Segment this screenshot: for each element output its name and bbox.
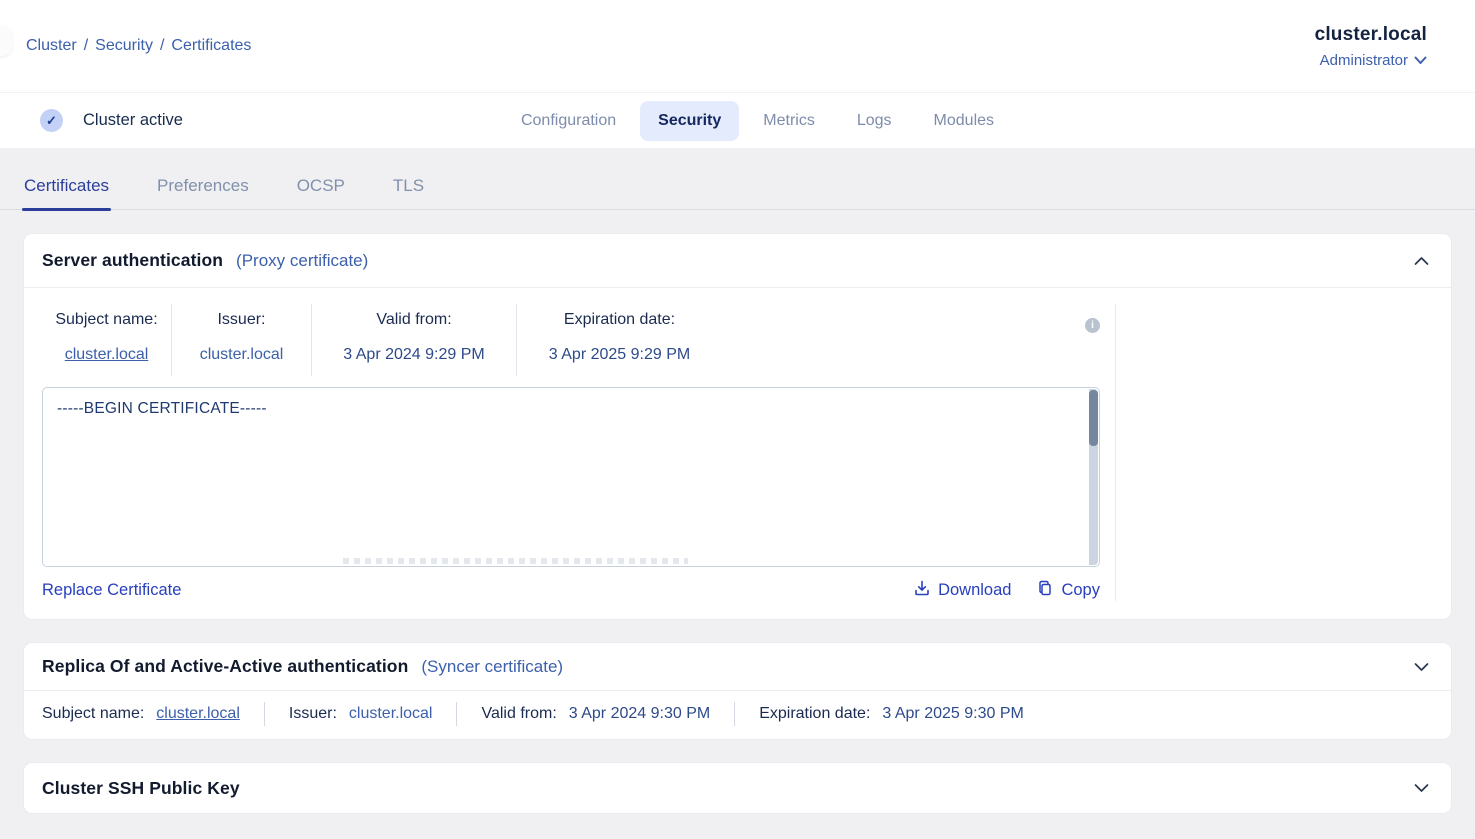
- subject-label: Subject name:: [42, 705, 144, 723]
- syncer-card-header[interactable]: Replica Of and Active-Active authenticat…: [24, 643, 1451, 691]
- server-card-body: Subject name: cluster.local Issuer: clus…: [24, 288, 1451, 619]
- tab-security[interactable]: Security: [640, 101, 739, 141]
- valid-from-value: 3 Apr 2024 9:29 PM: [312, 346, 516, 364]
- expiration-field: Expiration date: 3 Apr 2025 9:29 PM: [517, 304, 722, 376]
- expiration-label: Expiration date:: [517, 311, 722, 329]
- server-card-header[interactable]: Server authentication (Proxy certificate…: [24, 234, 1451, 288]
- ssh-card-header[interactable]: Cluster SSH Public Key: [24, 763, 1451, 813]
- issuer-label: Issuer:: [172, 311, 311, 329]
- breadcrumb-security[interactable]: Security: [95, 37, 153, 55]
- certificate-textarea[interactable]: -----BEGIN CERTIFICATE-----: [42, 387, 1100, 567]
- certificate-text: -----BEGIN CERTIFICATE-----: [43, 388, 1099, 418]
- download-button[interactable]: Download: [914, 580, 1011, 601]
- subtab-tls[interactable]: TLS: [393, 176, 424, 209]
- main-content: Server authentication (Proxy certificate…: [0, 210, 1475, 813]
- valid-from-label: Valid from:: [312, 311, 516, 329]
- subtab-certificates[interactable]: Certificates: [24, 176, 109, 209]
- subject-field: Subject name: cluster.local: [42, 304, 172, 376]
- certificate-redacted-line: [343, 558, 688, 564]
- cluster-ssh-public-key-card: Cluster SSH Public Key: [24, 763, 1451, 813]
- expiration-value: 3 Apr 2025 9:30 PM: [882, 705, 1023, 723]
- status-bar: ✓ Cluster active Configuration Security …: [0, 92, 1475, 148]
- certificate-content: Subject name: cluster.local Issuer: clus…: [42, 304, 1116, 601]
- info-icon[interactable]: i: [1085, 318, 1100, 333]
- issuer-field: Issuer: cluster.local: [172, 304, 312, 376]
- copy-label: Copy: [1061, 581, 1100, 600]
- subtab-ocsp[interactable]: OCSP: [297, 176, 345, 209]
- top-bar: Cluster / Security / Certificates cluste…: [0, 0, 1475, 92]
- server-authentication-card: Server authentication (Proxy certificate…: [24, 234, 1451, 619]
- card-subtitle: (Syncer certificate): [421, 657, 563, 677]
- card-subtitle: (Proxy certificate): [236, 251, 368, 271]
- subject-value-link[interactable]: cluster.local: [65, 346, 149, 363]
- sidebar-toggle[interactable]: [0, 26, 12, 56]
- card-title: Replica Of and Active-Active authenticat…: [42, 656, 408, 677]
- issuer-value: cluster.local: [172, 346, 311, 364]
- user-menu[interactable]: Administrator: [1320, 52, 1427, 69]
- certificate-actions: Replace Certificate Download: [42, 580, 1100, 601]
- security-sub-tabs: Certificates Preferences OCSP TLS: [0, 148, 1475, 210]
- cluster-status: ✓ Cluster active: [0, 109, 503, 132]
- cluster-name: cluster.local: [1315, 24, 1427, 46]
- tab-modules[interactable]: Modules: [916, 101, 1012, 141]
- card-title: Cluster SSH Public Key: [42, 778, 240, 799]
- header-right: cluster.local Administrator: [1315, 24, 1427, 69]
- breadcrumb-certificates[interactable]: Certificates: [171, 37, 251, 55]
- breadcrumb-cluster[interactable]: Cluster: [26, 37, 77, 55]
- tab-logs[interactable]: Logs: [839, 101, 910, 141]
- subject-value-link[interactable]: cluster.local: [156, 705, 240, 723]
- syncer-meta: Subject name: cluster.local Issuer: clus…: [24, 691, 1451, 739]
- expiration-value: 3 Apr 2025 9:29 PM: [517, 346, 722, 364]
- subtab-preferences[interactable]: Preferences: [157, 176, 249, 209]
- replace-certificate-link[interactable]: Replace Certificate: [42, 581, 181, 600]
- syncer-authentication-card: Replica Of and Active-Active authenticat…: [24, 643, 1451, 739]
- issuer-label: Issuer:: [289, 705, 337, 723]
- card-title: Server authentication: [42, 250, 223, 271]
- divider: [734, 702, 735, 726]
- subject-label: Subject name:: [42, 311, 171, 329]
- valid-from-field: Valid from: 3 Apr 2024 9:29 PM: [312, 304, 517, 376]
- check-icon: ✓: [40, 109, 63, 132]
- chevron-down-icon: [1414, 52, 1427, 69]
- divider: [456, 702, 457, 726]
- valid-from-value: 3 Apr 2024 9:30 PM: [569, 705, 710, 723]
- actions-right: Download Copy: [914, 580, 1100, 601]
- chevron-down-icon[interactable]: [1414, 662, 1429, 672]
- scrollbar-thumb[interactable]: [1089, 390, 1098, 446]
- main-tabs: Configuration Security Metrics Logs Modu…: [503, 101, 1012, 141]
- tab-metrics[interactable]: Metrics: [745, 101, 833, 141]
- issuer-value: cluster.local: [349, 705, 433, 723]
- scrollbar-track[interactable]: [1089, 389, 1098, 565]
- download-label: Download: [938, 581, 1011, 600]
- breadcrumb-separator: /: [84, 37, 88, 55]
- copy-button[interactable]: Copy: [1037, 580, 1100, 601]
- chevron-down-icon[interactable]: [1414, 783, 1429, 793]
- certificate-meta: Subject name: cluster.local Issuer: clus…: [42, 304, 1115, 376]
- tab-configuration[interactable]: Configuration: [503, 101, 634, 141]
- expiration-label: Expiration date:: [759, 705, 870, 723]
- valid-from-label: Valid from:: [481, 705, 556, 723]
- chevron-up-icon[interactable]: [1414, 256, 1429, 266]
- breadcrumb-separator: /: [160, 37, 164, 55]
- cluster-status-label: Cluster active: [83, 111, 183, 130]
- divider: [264, 702, 265, 726]
- user-role-label: Administrator: [1320, 52, 1408, 69]
- breadcrumb: Cluster / Security / Certificates: [26, 37, 251, 55]
- download-icon: [914, 580, 930, 601]
- copy-icon: [1037, 580, 1053, 601]
